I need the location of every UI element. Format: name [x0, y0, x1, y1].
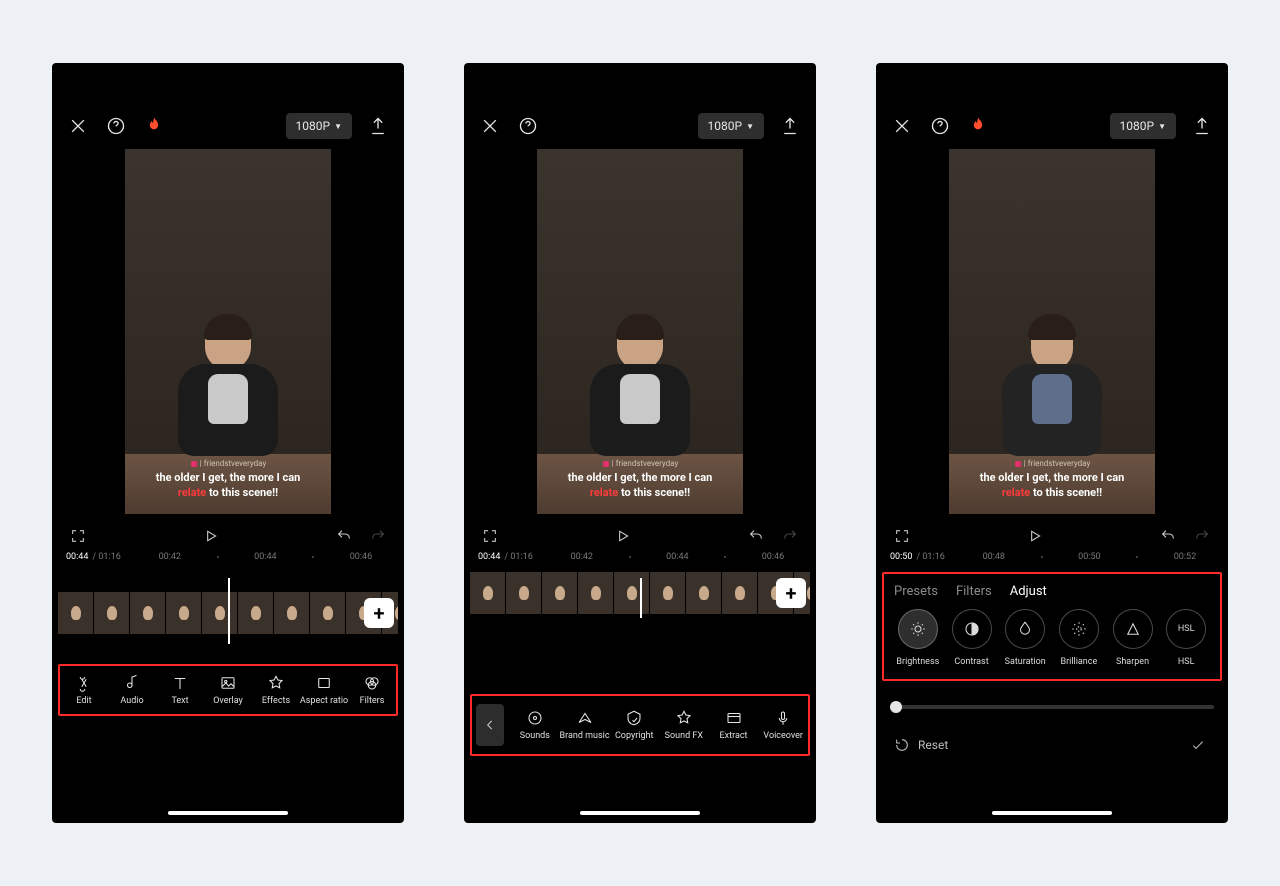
help-icon[interactable]	[928, 114, 952, 138]
video-preview[interactable]: |friendstveveryday the older I get, the …	[537, 149, 743, 514]
bottom-toolbar: Edit Audio Text Overlay Effects Aspect r…	[58, 664, 398, 716]
phone-screen-2: 1080P▼ |friendstveveryday the older I ge…	[464, 63, 816, 823]
add-clip-button[interactable]: +	[776, 578, 806, 608]
close-icon[interactable]	[478, 114, 502, 138]
brilliance-icon	[1059, 609, 1099, 649]
tool-audio[interactable]: Audio	[108, 674, 156, 706]
adjust-contrast[interactable]: Contrast	[946, 609, 998, 667]
chevron-down-icon: ▼	[334, 122, 342, 131]
top-bar: 1080P▼	[464, 63, 816, 149]
resolution-label: 1080P	[296, 119, 331, 133]
fullscreen-icon[interactable]	[478, 524, 502, 548]
top-bar: 1080P▼	[876, 63, 1228, 149]
slider-thumb[interactable]	[890, 701, 902, 713]
tool-extract[interactable]: Extract	[709, 709, 759, 741]
top-bar: 1080P ▼	[52, 63, 404, 149]
redo-icon[interactable]	[366, 524, 390, 548]
tab-filters[interactable]: Filters	[956, 584, 992, 599]
time-current: 00:44	[66, 552, 88, 562]
confirm-icon[interactable]	[1186, 733, 1210, 757]
tool-filters[interactable]: Filters	[348, 674, 396, 706]
saturation-icon	[1005, 609, 1045, 649]
phone-screen-3: 1080P▼ |friendstveveryday the older I ge…	[876, 63, 1228, 823]
reset-label[interactable]: Reset	[918, 738, 948, 752]
adjust-tabs: Presets Filters Adjust	[892, 582, 1212, 609]
export-icon[interactable]	[778, 114, 802, 138]
contrast-icon	[952, 609, 992, 649]
caption-overlay: the older I get, the more I can relate t…	[125, 471, 331, 500]
tool-copyright[interactable]: Copyright	[609, 709, 659, 741]
resolution-dropdown[interactable]: 1080P ▼	[286, 113, 352, 139]
caption-overlay: the older I get, the more I can relate t…	[537, 471, 743, 500]
resolution-dropdown[interactable]: 1080P▼	[698, 113, 764, 139]
hsl-icon: HSL	[1166, 609, 1206, 649]
tool-overlay[interactable]: Overlay	[204, 674, 252, 706]
adjust-sharpen[interactable]: Sharpen	[1107, 609, 1159, 667]
tool-aspect-ratio[interactable]: Aspect ratio	[300, 674, 348, 706]
player-controls	[464, 514, 816, 552]
watermark: |friendstveveryday	[537, 459, 743, 468]
player-controls	[876, 514, 1228, 552]
flame-icon[interactable]	[142, 114, 166, 138]
adjust-hsl[interactable]: HSL HSL	[1160, 609, 1212, 667]
home-indicator	[580, 811, 700, 815]
home-indicator	[168, 811, 288, 815]
timeline[interactable]: +	[58, 572, 398, 644]
adjust-brilliance[interactable]: Brilliance	[1053, 609, 1105, 667]
watermark: |friendstveveryday	[125, 459, 331, 468]
close-icon[interactable]	[890, 114, 914, 138]
video-preview[interactable]: |friendstveveryday the older I get, the …	[125, 149, 331, 514]
adjust-saturation[interactable]: Saturation	[999, 609, 1051, 667]
flame-icon[interactable]	[554, 114, 578, 138]
tool-brand-music[interactable]: Brand music	[560, 709, 610, 741]
timecode-row: 00:50 / 01:16 00:48 00:50 00:52	[876, 552, 1228, 568]
play-icon[interactable]	[199, 524, 223, 548]
reset-icon[interactable]	[894, 737, 910, 753]
adjust-panel: Presets Filters Adjust Brightness Contra…	[882, 572, 1222, 681]
tab-presets[interactable]: Presets	[894, 584, 938, 599]
adjust-slider[interactable]	[890, 705, 1214, 709]
adjust-brightness[interactable]: Brightness	[892, 609, 944, 667]
reset-row: Reset	[876, 709, 1228, 767]
tool-effects[interactable]: Effects	[252, 674, 300, 706]
home-indicator	[992, 811, 1112, 815]
timeline[interactable]: +	[470, 572, 810, 618]
tool-sounds[interactable]: Sounds	[510, 709, 560, 741]
tool-text[interactable]: Text	[156, 674, 204, 706]
undo-icon[interactable]	[332, 524, 356, 548]
timecode-row: 00:44 / 01:16 00:42 00:44 00:46	[52, 552, 404, 568]
timecode-row: 00:44 / 01:16 00:42 00:44 00:46	[464, 552, 816, 568]
sharpen-icon	[1113, 609, 1153, 649]
audio-toolbar: Sounds Brand music Copyright Sound FX Ex…	[470, 694, 810, 756]
caption-overlay: the older I get, the more I can relate t…	[949, 471, 1155, 500]
redo-icon[interactable]	[778, 524, 802, 548]
player-controls	[52, 514, 404, 552]
export-icon[interactable]	[1190, 114, 1214, 138]
tool-edit[interactable]: Edit	[60, 674, 108, 706]
add-clip-button[interactable]: +	[364, 598, 394, 628]
undo-icon[interactable]	[1156, 524, 1180, 548]
fullscreen-icon[interactable]	[890, 524, 914, 548]
tab-adjust[interactable]: Adjust	[1010, 584, 1047, 599]
close-icon[interactable]	[66, 114, 90, 138]
redo-icon[interactable]	[1190, 524, 1214, 548]
watermark: |friendstveveryday	[949, 459, 1155, 468]
back-button[interactable]	[476, 704, 504, 746]
video-preview[interactable]: |friendstveveryday the older I get, the …	[949, 149, 1155, 514]
export-icon[interactable]	[366, 114, 390, 138]
flame-icon[interactable]	[966, 114, 990, 138]
play-icon[interactable]	[1023, 524, 1047, 548]
phone-screen-1: 1080P ▼ |friendstveveryday the older I g…	[52, 63, 404, 823]
tool-sound-fx[interactable]: Sound FX	[659, 709, 709, 741]
fullscreen-icon[interactable]	[66, 524, 90, 548]
help-icon[interactable]	[104, 114, 128, 138]
tool-voiceover[interactable]: Voiceover	[758, 709, 808, 741]
help-icon[interactable]	[516, 114, 540, 138]
resolution-dropdown[interactable]: 1080P▼	[1110, 113, 1176, 139]
brightness-icon	[898, 609, 938, 649]
play-icon[interactable]	[611, 524, 635, 548]
undo-icon[interactable]	[744, 524, 768, 548]
